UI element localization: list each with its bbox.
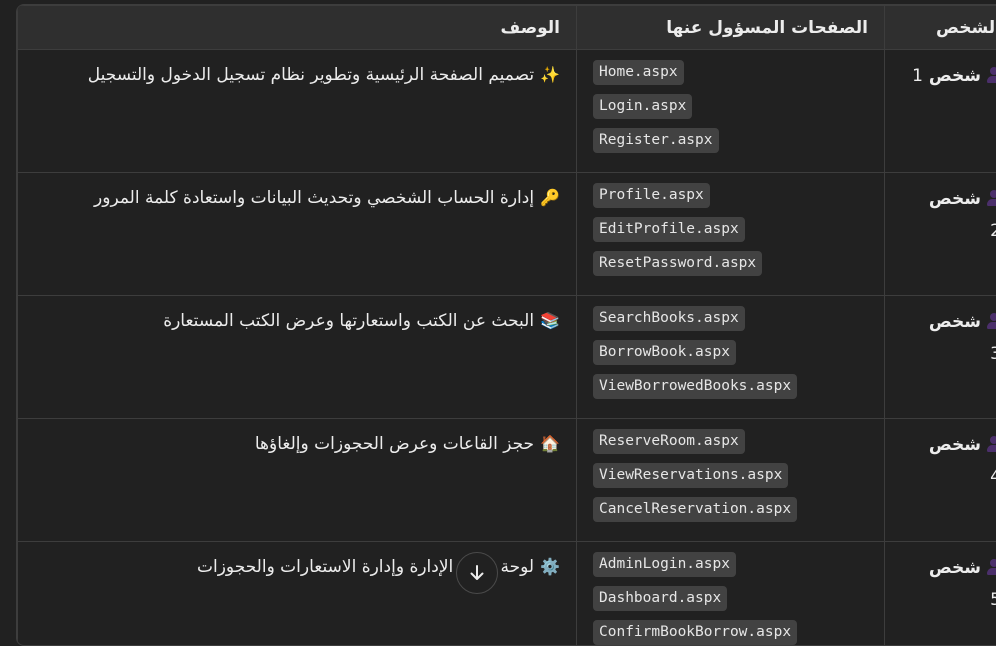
- page-code: Login.aspx: [593, 94, 692, 119]
- description-cell: ✨ تصميم الصفحة الرئيسية وتطوير نظام تسجيل…: [18, 50, 577, 173]
- page-code: ResetPassword.aspx: [593, 251, 762, 276]
- person-number: 5: [990, 590, 996, 610]
- header-pages: الصفحات المسؤول عنها: [577, 6, 885, 50]
- table-header-row: الشخص الصفحات المسؤول عنها الوصف: [18, 6, 996, 50]
- description-text: البحث عن الكتب واستعارتها وعرض الكتب الم…: [163, 311, 534, 331]
- description-cell: 📚 البحث عن الكتب واستعارتها وعرض الكتب ال…: [18, 296, 577, 419]
- page-code: ViewBorrowedBooks.aspx: [593, 374, 797, 399]
- books-icon: 📚: [540, 311, 560, 330]
- description-text: تصميم الصفحة الرئيسية وتطوير نظام تسجيل …: [88, 65, 534, 85]
- description-cell: 🔑 إدارة الحساب الشخصي وتحديث البيانات واس…: [18, 173, 577, 296]
- page-code: Register.aspx: [593, 128, 719, 153]
- key-icon: 🔑: [540, 188, 560, 207]
- person-number: 4: [990, 467, 996, 487]
- pages-cell: ReserveRoom.aspx ViewReservations.aspx C…: [577, 419, 885, 542]
- responsibility-table: الشخص الصفحات المسؤول عنها الوصف شخص 1 H…: [17, 5, 996, 646]
- header-person: الشخص: [885, 6, 996, 50]
- page-code: EditProfile.aspx: [593, 217, 745, 242]
- description-cell: ⚙️لوحة تحكم الإدارة وإدارة الاستعارات وا…: [18, 542, 577, 646]
- description-text: إدارة الحساب الشخصي وتحديث البيانات واست…: [94, 188, 534, 208]
- gear-icon: ⚙️: [540, 557, 560, 576]
- header-description: الوصف: [18, 6, 577, 50]
- description-text: حجز القاعات وعرض الحجوزات وإلغاؤها: [255, 434, 534, 454]
- page-code: Dashboard.aspx: [593, 586, 727, 611]
- person-icon: [987, 313, 996, 329]
- page-code: CancelReservation.aspx: [593, 497, 797, 522]
- table-row: شخص 3 SearchBooks.aspx BorrowBook.aspx V…: [18, 296, 996, 419]
- person-icon: [987, 559, 996, 575]
- page-code: BorrowBook.aspx: [593, 340, 736, 365]
- page-code: ConfirmBookBorrow.aspx: [593, 620, 797, 645]
- table-row: شخص 1 Home.aspx Login.aspx Register.aspx…: [18, 50, 996, 173]
- person-number: 3: [990, 344, 996, 364]
- person-icon: [987, 190, 996, 206]
- responsibility-table-container: الشخص الصفحات المسؤول عنها الوصف شخص 1 H…: [16, 4, 996, 646]
- person-label: شخص: [929, 435, 981, 455]
- person-cell: شخص 3: [885, 296, 996, 419]
- page-code: ReserveRoom.aspx: [593, 429, 745, 454]
- person-cell: شخص 5: [885, 542, 996, 646]
- person-label: شخص: [929, 66, 981, 86]
- page-code: SearchBooks.aspx: [593, 306, 745, 331]
- scroll-to-bottom-button[interactable]: [456, 552, 498, 594]
- sparkles-icon: ✨: [540, 65, 560, 84]
- house-icon: 🏠: [540, 434, 560, 453]
- page-code: Home.aspx: [593, 60, 684, 85]
- person-label: شخص: [929, 558, 981, 578]
- person-cell: شخص 2: [885, 173, 996, 296]
- pages-cell: Profile.aspx EditProfile.aspx ResetPassw…: [577, 173, 885, 296]
- person-icon: [987, 67, 996, 83]
- person-cell: شخص 1: [885, 50, 996, 173]
- person-icon: [987, 436, 996, 452]
- table-row: شخص 2 Profile.aspx EditProfile.aspx Rese…: [18, 173, 996, 296]
- person-number: 1: [912, 66, 923, 86]
- description-cell: 🏠 حجز القاعات وعرض الحجوزات وإلغاؤها: [18, 419, 577, 542]
- person-label: شخص: [929, 189, 981, 209]
- pages-cell: AdminLogin.aspx Dashboard.aspx ConfirmBo…: [577, 542, 885, 646]
- page-code: Profile.aspx: [593, 183, 710, 208]
- person-cell: شخص 4: [885, 419, 996, 542]
- table-row: شخص 5 AdminLogin.aspx Dashboard.aspx Con…: [18, 542, 996, 646]
- table-row: شخص 4 ReserveRoom.aspx ViewReservations.…: [18, 419, 996, 542]
- person-label: شخص: [929, 312, 981, 332]
- page-code: AdminLogin.aspx: [593, 552, 736, 577]
- page-code: ViewReservations.aspx: [593, 463, 788, 488]
- pages-cell: Home.aspx Login.aspx Register.aspx: [577, 50, 885, 173]
- arrow-down-icon: [467, 563, 487, 583]
- person-number: 2: [990, 221, 996, 241]
- pages-cell: SearchBooks.aspx BorrowBook.aspx ViewBor…: [577, 296, 885, 419]
